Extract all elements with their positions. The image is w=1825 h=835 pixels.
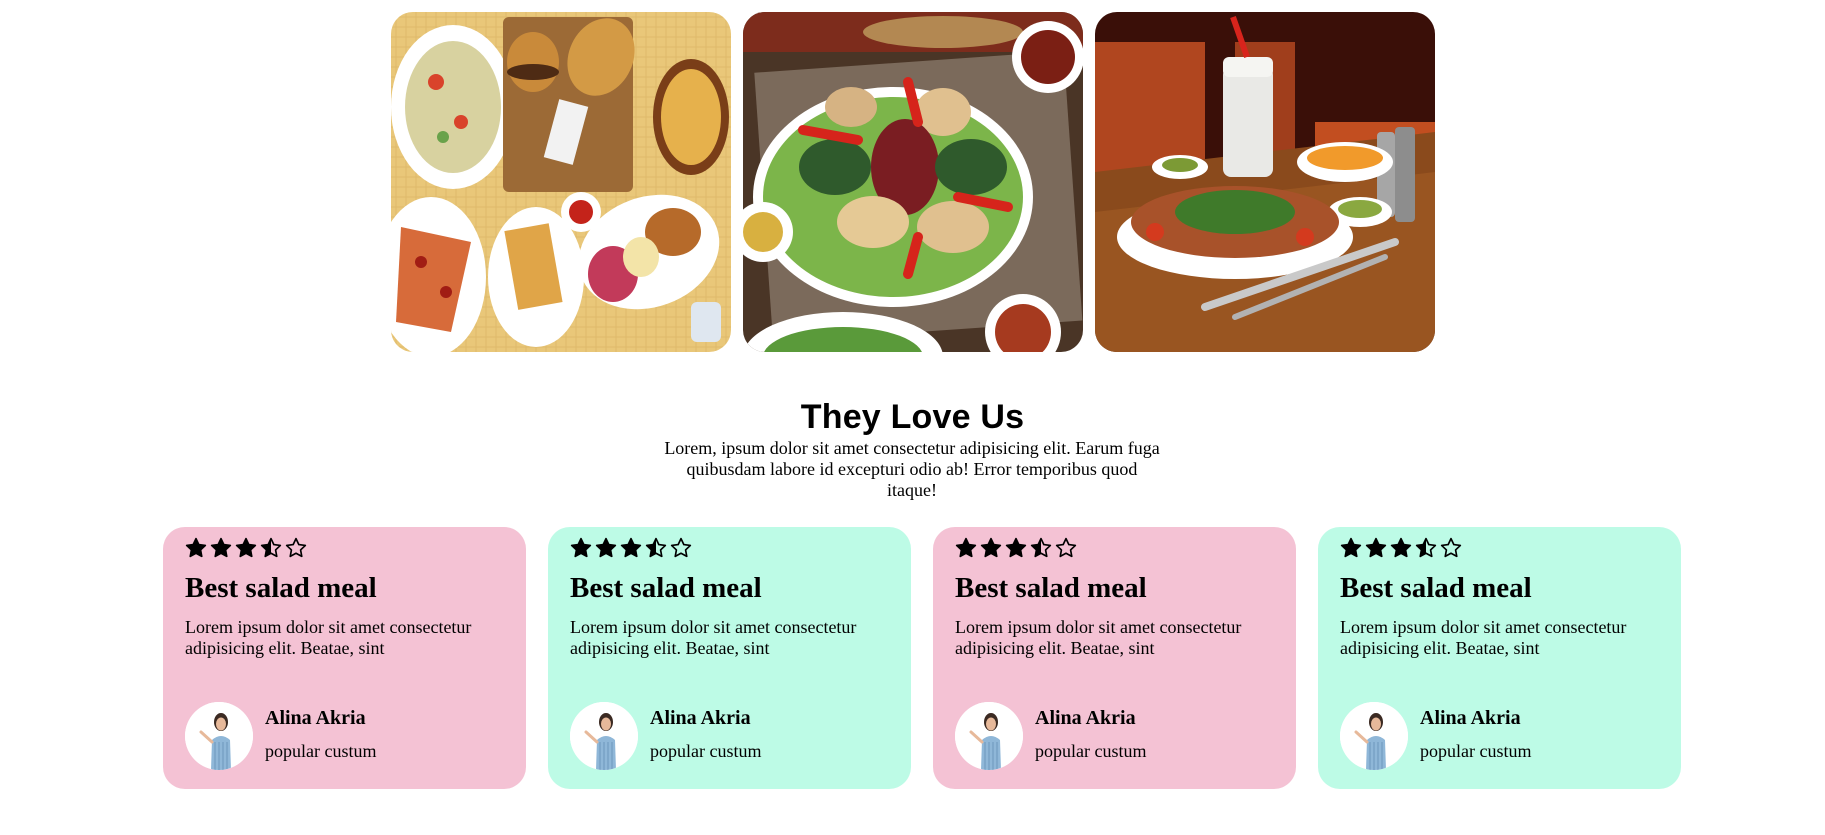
author-block: Alina Akria popular custum [570, 702, 761, 770]
card-title: Best salad meal [185, 572, 377, 604]
author-block: Alina Akria popular custum [1340, 702, 1531, 770]
author-role: popular custum [650, 741, 762, 761]
card-title: Best salad meal [955, 572, 1147, 604]
star-filled-icon [595, 537, 617, 558]
star-filled-icon [980, 537, 1002, 558]
testimonial-card: Best salad meal Lorem ipsum dolor sit ame… [548, 527, 911, 789]
author-info: Alina Akria popular custum [265, 702, 376, 762]
author-info: Alina Akria popular custum [1420, 702, 1531, 762]
avatar [570, 702, 638, 770]
section-title: They Love Us [800, 398, 1025, 436]
author-role: popular custum [1420, 741, 1532, 761]
card-title: Best salad meal [1340, 572, 1532, 604]
author-name: Alina Akria [650, 707, 751, 729]
author-role: popular custum [265, 741, 377, 761]
star-half-icon [1415, 537, 1437, 558]
card-title: Best salad meal [570, 572, 762, 604]
rating-stars [570, 535, 889, 561]
star-filled-icon [570, 537, 592, 558]
star-empty-icon [1055, 537, 1077, 558]
author-role: popular custum [1035, 741, 1147, 761]
star-empty-icon [285, 537, 307, 558]
author-info: Alina Akria popular custum [1035, 702, 1146, 762]
author-block: Alina Akria popular custum [185, 702, 376, 770]
star-half-icon [260, 537, 282, 558]
testimonial-card: Best salad meal Lorem ipsum dolor sit ame… [1318, 527, 1681, 789]
author-block: Alina Akria popular custum [955, 702, 1146, 770]
star-filled-icon [620, 537, 642, 558]
section-description: Lorem, ipsum dolor sit amet consectetur … [664, 438, 1160, 500]
card-text: Lorem ipsum dolor sit amet consectetur a… [570, 617, 857, 658]
testimonial-card: Best salad meal Lorem ipsum dolor sit ame… [163, 527, 526, 789]
testimonial-card: Best salad meal Lorem ipsum dolor sit ame… [933, 527, 1296, 789]
star-filled-icon [1005, 537, 1027, 558]
gallery-image-kebab [742, 12, 1083, 352]
card-text: Lorem ipsum dolor sit amet consectetur a… [955, 617, 1242, 658]
avatar [185, 702, 253, 770]
star-filled-icon [1340, 537, 1362, 558]
food-gallery [0, 12, 1825, 352]
author-name: Alina Akria [1035, 707, 1136, 729]
card-text: Lorem ipsum dolor sit amet consectetur a… [1340, 617, 1627, 658]
star-filled-icon [185, 537, 207, 558]
author-info: Alina Akria popular custum [650, 702, 761, 762]
star-filled-icon [210, 537, 232, 558]
testimonial-list: Best salad meal Lorem ipsum dolor sit ame… [163, 527, 1681, 789]
rating-stars [185, 535, 504, 561]
star-half-icon [1030, 537, 1052, 558]
author-name: Alina Akria [1420, 707, 1521, 729]
card-text: Lorem ipsum dolor sit amet consectetur a… [185, 617, 472, 658]
author-name: Alina Akria [265, 707, 366, 729]
avatar [1340, 702, 1408, 770]
star-filled-icon [1365, 537, 1387, 558]
star-empty-icon [670, 537, 692, 558]
gallery-image-restaurant [1094, 12, 1435, 352]
star-half-icon [645, 537, 667, 558]
star-empty-icon [1440, 537, 1462, 558]
star-filled-icon [235, 537, 257, 558]
avatar [955, 702, 1023, 770]
star-filled-icon [1390, 537, 1412, 558]
rating-stars [1340, 535, 1659, 561]
gallery-image-fast-food [390, 12, 731, 352]
rating-stars [955, 535, 1274, 561]
star-filled-icon [955, 537, 977, 558]
